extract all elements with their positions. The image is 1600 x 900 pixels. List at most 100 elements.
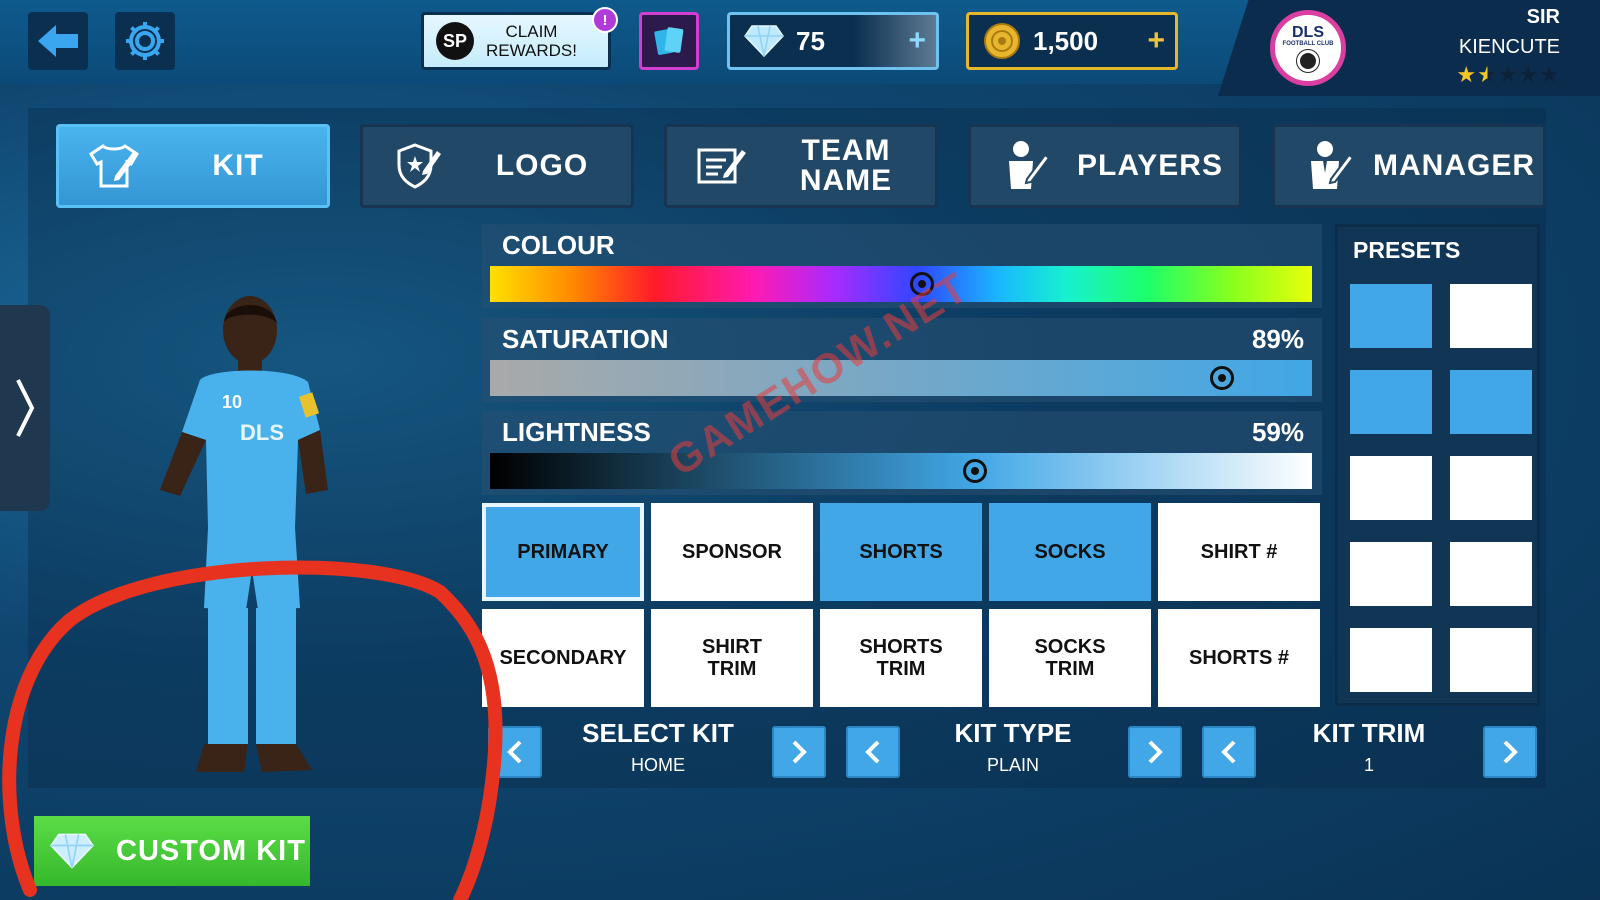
add-coins-button[interactable]: + xyxy=(1147,24,1165,58)
tab-kit-label: KIT xyxy=(212,149,264,182)
gear-icon xyxy=(126,22,164,60)
diamond-icon xyxy=(50,833,94,869)
select-kit-value: HOME xyxy=(631,755,685,775)
cards-button[interactable] xyxy=(639,12,699,70)
coin-icon xyxy=(984,23,1020,59)
kit-type-prev-button[interactable] xyxy=(846,726,900,778)
colour-slider-panel: COLOUR xyxy=(482,224,1322,308)
club-logo[interactable]: DLS FOOTBALL CLUB xyxy=(1270,10,1346,86)
shirt-number: 10 xyxy=(222,392,242,412)
preset-swatch[interactable] xyxy=(1450,542,1532,606)
settings-button[interactable] xyxy=(115,12,175,70)
custom-kit-label: CUSTOM KIT xyxy=(116,834,306,867)
preset-swatch[interactable] xyxy=(1450,284,1532,348)
preset-swatch[interactable] xyxy=(1350,456,1432,520)
kit-part-sponsor-button[interactable]: SPONSOR xyxy=(651,503,813,601)
star-icon: ★ xyxy=(1456,62,1478,87)
tab-team-name-label: TEAM NAME xyxy=(799,134,893,197)
kit-type-value: PLAIN xyxy=(986,755,1040,775)
lightness-slider-handle[interactable] xyxy=(962,459,987,483)
manager-star-rating: ★★★★★ xyxy=(1456,62,1560,88)
kit-part-shirt-trim-button[interactable]: SHIRT TRIM xyxy=(651,609,813,707)
shirt-edit-icon xyxy=(79,142,149,190)
coins-value: 1,500 xyxy=(1033,25,1099,56)
chevron-right-icon xyxy=(1148,740,1163,764)
lightness-percent: 59% xyxy=(1251,417,1304,447)
preset-swatch[interactable] xyxy=(1450,370,1532,434)
select-kit-next-button[interactable] xyxy=(772,726,826,778)
chevron-left-icon xyxy=(1221,740,1236,764)
kit-part-primary-button[interactable]: PRIMARY xyxy=(482,503,644,601)
preset-swatch[interactable] xyxy=(1350,628,1432,692)
chevron-right-icon xyxy=(792,740,807,764)
kit-trim-title: KIT TRIM xyxy=(1312,718,1426,748)
select-kit-prev-button[interactable] xyxy=(488,726,542,778)
select-kit-title: SELECT KIT xyxy=(582,718,734,748)
kit-trim-next-button[interactable] xyxy=(1483,726,1537,778)
kit-part-socks-button[interactable]: SOCKS xyxy=(989,503,1151,601)
claim-rewards-button[interactable]: SP CLAIM REWARDS! ! xyxy=(421,7,618,70)
chevron-left-icon xyxy=(865,740,880,764)
colour-title: COLOUR xyxy=(502,230,615,260)
half-star-icon: ★ xyxy=(1477,62,1498,87)
preset-swatch[interactable] xyxy=(1350,284,1432,348)
colour-slider-handle[interactable] xyxy=(909,272,934,296)
chevron-right-icon xyxy=(1503,740,1518,764)
saturation-slider-handle[interactable] xyxy=(1209,366,1234,390)
cards-icon xyxy=(654,27,684,55)
tab-manager-label: MANAGER xyxy=(1373,149,1535,182)
select-kit-selector: SELECT KIT HOME xyxy=(560,718,756,776)
presets-title: PRESETS xyxy=(1353,237,1461,263)
saturation-slider-panel: SATURATION 89% xyxy=(482,318,1322,402)
claim-rewards-label: CLAIM REWARDS! xyxy=(486,22,577,60)
manager-name: KIENCUTE xyxy=(1458,36,1560,58)
manager-rank: SIR xyxy=(1526,6,1560,28)
tab-players-label: PLAYERS xyxy=(1077,149,1223,182)
kit-part-shorts-button[interactable]: SHORTS xyxy=(820,503,982,601)
tab-logo[interactable]: LOGO xyxy=(360,124,634,208)
kit-trim-prev-button[interactable] xyxy=(1202,726,1256,778)
kit-part-shorts-trim-button[interactable]: SHORTS TRIM xyxy=(820,609,982,707)
tab-manager[interactable]: MANAGER xyxy=(1272,124,1546,208)
kit-part-shirt-button[interactable]: SHIRT # xyxy=(1158,503,1320,601)
tab-team-name[interactable]: TEAM NAME xyxy=(664,124,938,208)
tab-kit[interactable]: KIT xyxy=(56,124,330,208)
club-logo-subtext: FOOTBALL CLUB xyxy=(1282,40,1334,47)
back-arrow-icon xyxy=(38,25,78,57)
coins-counter[interactable]: 1,500 + xyxy=(966,12,1178,70)
kit-part-socks-trim-button[interactable]: SOCKS TRIM xyxy=(989,609,1151,707)
star-icon: ★★★ xyxy=(1497,62,1560,87)
tab-logo-label: LOGO xyxy=(495,149,589,182)
chevron-left-icon xyxy=(507,740,522,764)
tab-players[interactable]: PLAYERS xyxy=(968,124,1242,208)
add-gems-button[interactable]: + xyxy=(908,24,926,58)
custom-kit-button[interactable]: CUSTOM KIT xyxy=(34,816,310,886)
lightness-title: LIGHTNESS xyxy=(502,417,651,447)
saturation-track[interactable] xyxy=(490,360,1312,396)
club-logo-text: DLS xyxy=(1292,23,1324,41)
player-model: 10 DLS xyxy=(160,296,328,772)
preset-swatch[interactable] xyxy=(1350,542,1432,606)
colour-track[interactable] xyxy=(490,266,1312,302)
preset-swatch[interactable] xyxy=(1450,456,1532,520)
diamond-icon xyxy=(744,25,784,58)
lightness-track[interactable] xyxy=(490,453,1312,489)
side-drawer-toggle[interactable] xyxy=(0,305,50,511)
shield-edit-icon xyxy=(383,141,453,191)
saturation-percent: 89% xyxy=(1251,324,1304,354)
football-icon xyxy=(1297,49,1319,72)
preset-swatch[interactable] xyxy=(1350,370,1432,434)
presets-panel: PRESETS xyxy=(1335,224,1540,706)
kit-part-shorts-button[interactable]: SHORTS # xyxy=(1158,609,1320,707)
kit-part-secondary-button[interactable]: SECONDARY xyxy=(482,609,644,707)
gems-value: 75 xyxy=(796,25,825,56)
sp-badge-icon: SP xyxy=(436,22,474,60)
back-button[interactable] xyxy=(28,12,88,70)
preset-swatch[interactable] xyxy=(1450,628,1532,692)
kit-trim-selector: KIT TRIM 1 xyxy=(1268,718,1470,776)
kit-type-title: KIT TYPE xyxy=(954,718,1072,748)
gems-counter[interactable]: 75 + xyxy=(727,12,939,70)
manager-edit-icon xyxy=(1295,139,1365,193)
kit-type-next-button[interactable] xyxy=(1128,726,1182,778)
kit-type-selector: KIT TYPE PLAIN xyxy=(914,718,1112,776)
